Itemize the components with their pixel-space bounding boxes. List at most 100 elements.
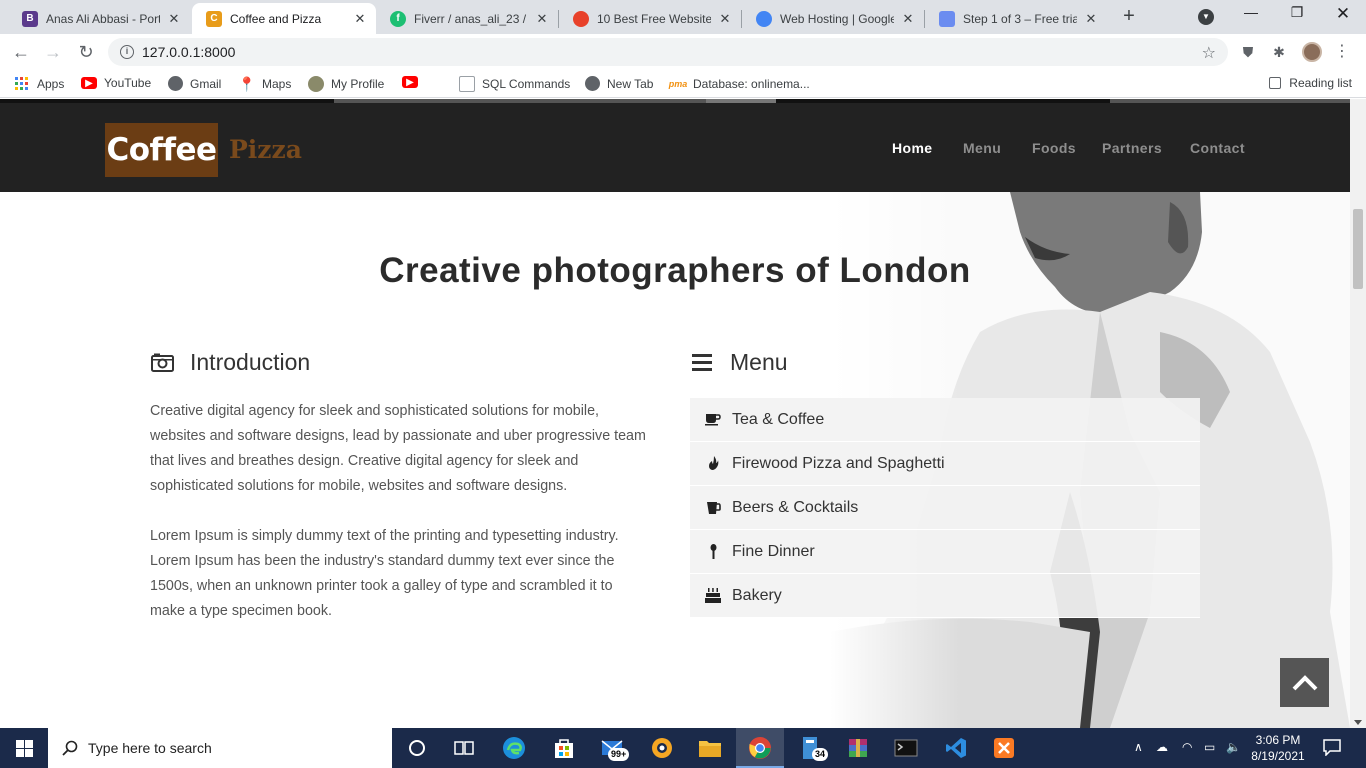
bookmark-maps[interactable]: 📍 Maps bbox=[238, 76, 291, 92]
bookmark-apps[interactable]: Apps bbox=[14, 76, 64, 92]
start-button[interactable] bbox=[0, 728, 48, 768]
tab-coffee-and-pizza[interactable]: C Coffee and Pizza ✕ bbox=[192, 3, 376, 34]
scroll-down-icon[interactable] bbox=[1354, 720, 1362, 725]
profile-icon bbox=[308, 76, 324, 92]
tab-search-icon[interactable]: ▼ bbox=[1198, 9, 1214, 25]
windows-logo-icon bbox=[15, 739, 33, 757]
close-icon[interactable]: ✕ bbox=[166, 11, 182, 27]
back-button[interactable]: ← bbox=[9, 41, 33, 63]
tab-google-hosting[interactable]: Web Hosting | Google ✕ bbox=[742, 3, 924, 34]
address-bar[interactable]: i 127.0.0.1:8000 ☆ bbox=[108, 38, 1228, 66]
tab-portfolio[interactable]: B Anas Ali Abbasi - Portfo ✕ bbox=[8, 3, 190, 34]
menu-item-beers-cocktails[interactable]: Beers & Cocktails bbox=[690, 486, 1200, 530]
menu-item-tea-coffee[interactable]: Tea & Coffee bbox=[690, 398, 1200, 442]
files-badge: 34 bbox=[812, 748, 829, 761]
cortana-icon[interactable] bbox=[405, 736, 429, 760]
bookmark-youtube-2[interactable]: ▶ bbox=[402, 76, 425, 88]
tab-favicon-icon: f bbox=[390, 10, 406, 27]
site-info-icon[interactable]: i bbox=[120, 45, 134, 59]
file-explorer-icon[interactable] bbox=[698, 736, 722, 760]
close-icon[interactable]: ✕ bbox=[717, 11, 733, 27]
terminal-icon[interactable] bbox=[894, 736, 918, 760]
close-icon[interactable]: ✕ bbox=[534, 11, 550, 27]
forward-button[interactable]: → bbox=[41, 41, 65, 63]
menu-list: Tea & Coffee Firewood Pizza and Spaghett… bbox=[690, 398, 1200, 618]
tab-website-hosting[interactable]: 10 Best Free Website H ✕ bbox=[559, 3, 741, 34]
intro-heading: Introduction bbox=[150, 349, 310, 376]
back-to-top-button[interactable] bbox=[1280, 658, 1329, 707]
tab-favicon-icon: C bbox=[206, 10, 222, 27]
nav-foods[interactable]: Foods bbox=[1032, 140, 1076, 156]
mail-badge: 99+ bbox=[608, 748, 630, 761]
profile-avatar[interactable] bbox=[1302, 42, 1322, 62]
url-text[interactable]: 127.0.0.1:8000 bbox=[142, 44, 235, 60]
page-scrollbar[interactable] bbox=[1350, 99, 1366, 728]
tab-favicon-icon: B bbox=[22, 10, 38, 27]
taskbar-search-input[interactable]: Type here to search bbox=[48, 728, 392, 768]
network-icon[interactable]: ◠ bbox=[1182, 740, 1192, 754]
reload-button[interactable]: ↻ bbox=[74, 41, 98, 63]
shield-extension-icon[interactable]: ⛊ bbox=[1240, 44, 1256, 60]
scrollbar-thumb[interactable] bbox=[1353, 209, 1363, 289]
logo-pizza[interactable]: Pizza bbox=[229, 135, 302, 164]
nav-partners[interactable]: Partners bbox=[1102, 140, 1162, 156]
xampp-icon[interactable] bbox=[992, 736, 1016, 760]
bookmark-my-profile[interactable]: My Profile bbox=[308, 76, 384, 92]
intro-paragraph-2: Lorem Ipsum is simply dummy text of the … bbox=[150, 528, 619, 619]
intro-paragraph-1: Creative digital agency for sleek and so… bbox=[150, 403, 646, 494]
extensions-puzzle-icon[interactable]: ✱ bbox=[1271, 44, 1287, 60]
notification-center-icon[interactable] bbox=[1322, 738, 1342, 757]
hamburger-menu-icon bbox=[690, 354, 714, 371]
chrome-icon[interactable] bbox=[748, 736, 772, 760]
chrome-menu-icon[interactable]: ⋮ bbox=[1334, 44, 1350, 60]
new-tab-button[interactable]: + bbox=[1118, 5, 1140, 27]
globe-icon bbox=[585, 76, 600, 91]
tab-free-trial[interactable]: Step 1 of 3 – Free trial ✕ bbox=[925, 3, 1107, 34]
bookmark-database[interactable]: pma Database: onlinema... bbox=[669, 76, 810, 92]
onedrive-icon[interactable]: ☁ bbox=[1156, 740, 1168, 754]
bookmark-youtube[interactable]: ▶ YouTube bbox=[81, 76, 151, 90]
store-icon[interactable] bbox=[552, 736, 576, 760]
minimize-button[interactable]: — bbox=[1228, 4, 1274, 20]
fire-icon bbox=[704, 456, 722, 471]
menu-item-firewood-pizza[interactable]: Firewood Pizza and Spaghetti bbox=[690, 442, 1200, 486]
brave-icon[interactable] bbox=[650, 736, 674, 760]
winrar-icon[interactable] bbox=[846, 736, 870, 760]
tab-fiverr[interactable]: f Fiverr / anas_ali_23 / M ✕ bbox=[376, 3, 558, 34]
bookmark-star-icon[interactable]: ☆ bbox=[1202, 43, 1216, 63]
show-hidden-icons[interactable]: ∧ bbox=[1134, 740, 1143, 754]
system-clock[interactable]: 3:06 PM 8/19/2021 bbox=[1240, 732, 1316, 764]
close-icon[interactable]: ✕ bbox=[352, 11, 368, 27]
reading-list-icon bbox=[1269, 77, 1282, 89]
nav-menu[interactable]: Menu bbox=[963, 140, 1001, 156]
menu-heading: Menu bbox=[690, 349, 788, 376]
beer-icon bbox=[704, 501, 722, 515]
close-icon[interactable]: ✕ bbox=[1083, 11, 1099, 27]
edge-icon[interactable] bbox=[502, 736, 526, 760]
bookmark-new-tab[interactable]: New Tab bbox=[585, 76, 653, 91]
youtube-icon: ▶ bbox=[402, 76, 418, 88]
menu-item-bakery[interactable]: Bakery bbox=[690, 574, 1200, 618]
bookmark-gmail[interactable]: Gmail bbox=[168, 76, 221, 91]
windows-taskbar: Type here to search 99+ 34 ∧ ☁ ◠ ▭ 🔈 3:0… bbox=[0, 728, 1366, 768]
page-viewport: Coffee Pizza Home Menu Foods Partners Co… bbox=[0, 99, 1350, 728]
menu-item-fine-dinner[interactable]: Fine Dinner bbox=[690, 530, 1200, 574]
logo-coffee[interactable]: Coffee bbox=[105, 123, 218, 177]
bookmark-sql-commands[interactable]: SQL Commands bbox=[459, 76, 570, 92]
maximize-button[interactable]: ❐ bbox=[1274, 4, 1320, 21]
coffee-cup-icon bbox=[704, 413, 722, 426]
volume-icon[interactable]: 🔈 bbox=[1226, 740, 1241, 754]
close-window-button[interactable]: ✕ bbox=[1320, 4, 1366, 24]
task-view-icon[interactable] bbox=[452, 736, 476, 760]
close-icon[interactable]: ✕ bbox=[900, 11, 916, 27]
reading-list-button[interactable]: Reading list bbox=[1269, 76, 1352, 90]
youtube-icon: ▶ bbox=[81, 77, 97, 89]
nav-home[interactable]: Home bbox=[892, 140, 933, 156]
site-header: Coffee Pizza Home Menu Foods Partners Co… bbox=[0, 103, 1350, 192]
vscode-icon[interactable] bbox=[944, 736, 968, 760]
battery-icon[interactable]: ▭ bbox=[1204, 740, 1215, 754]
chevron-up-icon bbox=[1292, 674, 1317, 690]
globe-icon bbox=[168, 76, 183, 91]
nav-contact[interactable]: Contact bbox=[1190, 140, 1245, 156]
spoon-icon bbox=[704, 544, 722, 559]
